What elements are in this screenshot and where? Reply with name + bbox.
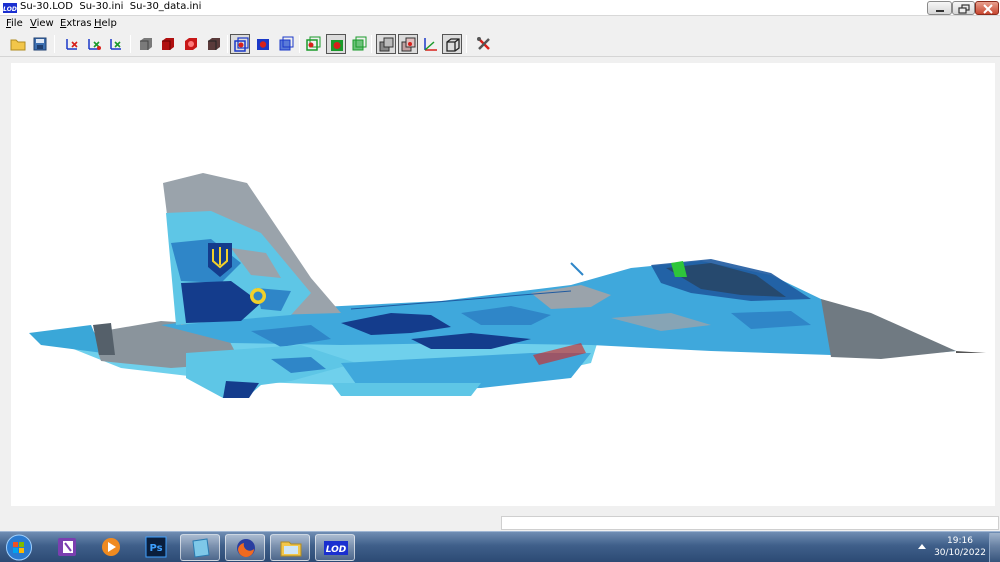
start-button[interactable] — [4, 534, 34, 561]
axes-button[interactable] — [420, 34, 440, 54]
menu-view[interactable]: View — [30, 18, 54, 29]
clock-time[interactable]: 19:16 — [938, 536, 982, 546]
axis-x-button[interactable] — [62, 34, 82, 54]
close-icon — [983, 4, 993, 14]
cube-red-alt-icon — [185, 38, 197, 50]
menu-file[interactable]: File — [6, 18, 23, 29]
wire-cube-blue-2-icon — [257, 39, 269, 50]
wireframe-green-button[interactable] — [303, 34, 323, 54]
wire-cube-blue-3-icon — [279, 36, 294, 51]
restore-button[interactable] — [952, 1, 975, 15]
save-button[interactable] — [30, 34, 50, 54]
axis-y-button[interactable] — [84, 34, 104, 54]
model-viewport[interactable] — [11, 63, 995, 506]
axis-x-icon — [66, 39, 78, 50]
layers-icon — [379, 37, 394, 52]
tray-expand-icon[interactable] — [918, 544, 926, 549]
firefox-icon — [237, 539, 255, 557]
wire-cube-green-3-icon — [352, 36, 367, 51]
solid-dark-button[interactable] — [204, 34, 224, 54]
wireframe-blue-button[interactable] — [230, 34, 250, 54]
tools-button[interactable] — [474, 34, 494, 54]
windows-logo-icon — [6, 534, 32, 561]
taskbar-file-explorer[interactable] — [270, 534, 310, 561]
show-desktop-button[interactable] — [989, 533, 1000, 562]
svg-text:LOD: LOD — [326, 545, 347, 555]
cube-gray-icon — [140, 38, 152, 50]
minimize-icon — [936, 10, 944, 12]
layers-red-button[interactable] — [398, 34, 418, 54]
wireframe-blue-2-button[interactable] — [253, 34, 273, 54]
taskbar-media-player[interactable] — [91, 534, 131, 561]
wire-cube-green-2-icon — [331, 40, 343, 51]
close-button[interactable] — [975, 1, 999, 15]
taskbar-notes[interactable] — [180, 534, 220, 561]
solid-red-alt-button[interactable] — [181, 34, 201, 54]
save-disk-icon — [33, 37, 47, 51]
taskbar-firefox[interactable] — [225, 534, 265, 561]
svg-text:Ps: Ps — [149, 543, 162, 554]
minimize-button[interactable] — [927, 1, 952, 15]
layers-red-icon — [401, 37, 416, 52]
cube-dark-icon — [208, 38, 220, 50]
menu-help[interactable]: Help — [94, 18, 117, 29]
photoshop-icon: Ps — [145, 536, 167, 558]
solid-red-button[interactable] — [158, 34, 178, 54]
taskbar-photoshop[interactable]: Ps — [136, 534, 176, 561]
wireframe-blue-3-button[interactable] — [276, 34, 296, 54]
menu-bar: File View Extras Help — [0, 16, 1000, 31]
lod-viewer-icon: LOD — [324, 541, 348, 555]
open-button[interactable] — [8, 34, 28, 54]
wireframe-green-2-button[interactable] — [326, 34, 346, 54]
cube-red-icon — [162, 38, 174, 50]
status-box — [501, 516, 999, 530]
toolbar — [0, 31, 1000, 57]
file-explorer-icon — [280, 541, 302, 557]
bounding-box-button[interactable] — [442, 34, 462, 54]
wire-cube-blue-icon — [234, 37, 249, 52]
window-title: Su-30.LOD Su-30.ini Su-30_data.ini — [20, 1, 202, 12]
wireframe-green-3-button[interactable] — [349, 34, 369, 54]
axis-z-icon — [110, 39, 121, 50]
notes-icon — [192, 538, 210, 558]
taskbar-lod-viewer[interactable]: LOD — [315, 534, 355, 561]
axes-icon — [424, 38, 437, 51]
clock-date[interactable]: 30/10/2022 — [932, 548, 988, 558]
layers-button[interactable] — [376, 34, 396, 54]
aircraft-model[interactable] — [11, 63, 995, 506]
title-bar: LOD Su-30.LOD Su-30.ini Su-30_data.ini — [0, 0, 1000, 16]
media-player-icon — [102, 538, 120, 556]
tools-icon — [477, 37, 490, 50]
lod-app-icon: LOD — [3, 3, 17, 13]
axis-z-button[interactable] — [106, 34, 126, 54]
axis-y-icon — [88, 39, 101, 50]
restore-icon — [958, 4, 970, 14]
svg-text:LOD: LOD — [3, 6, 17, 13]
box-icon — [446, 38, 460, 52]
taskbar: Ps LOD — [0, 531, 1000, 562]
wire-cube-green-icon — [306, 36, 321, 51]
onenote-icon — [58, 538, 76, 556]
solid-gray-button[interactable] — [136, 34, 156, 54]
open-folder-icon — [10, 39, 26, 51]
taskbar-onenote[interactable] — [47, 534, 87, 561]
menu-extras[interactable]: Extras — [60, 18, 92, 29]
